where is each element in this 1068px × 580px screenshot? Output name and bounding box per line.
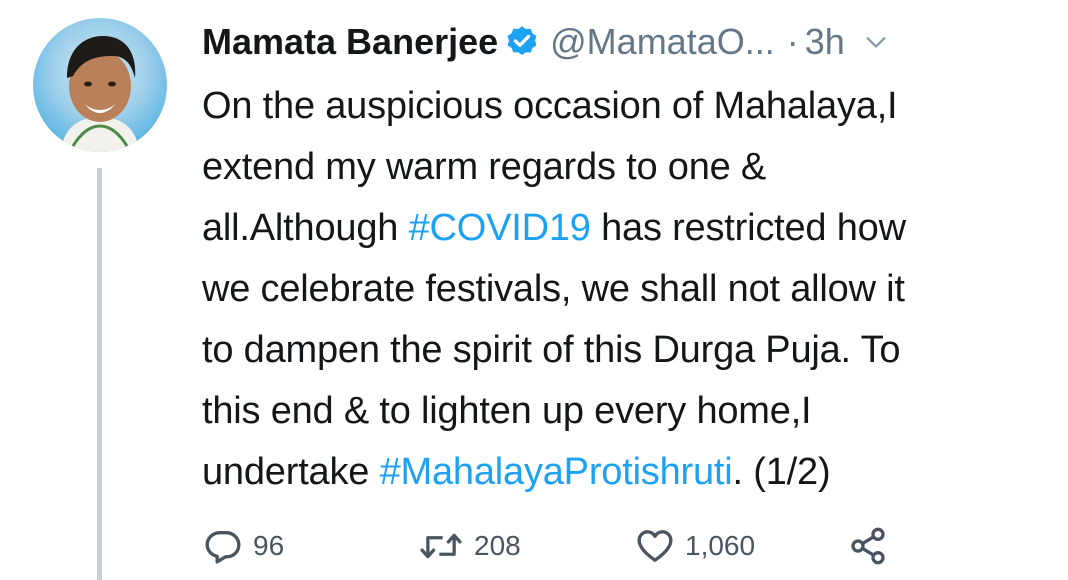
author-name[interactable]: Mamata Banerjee bbox=[202, 21, 498, 63]
retweet-count: 208 bbox=[474, 530, 521, 561]
tweet-text-line: to dampen the spirit of this Durga Puja.… bbox=[202, 320, 1052, 381]
tweet-text-line: we celebrate festivals, we shall not all… bbox=[202, 259, 1052, 320]
reply-button[interactable]: 96 bbox=[203, 522, 284, 570]
tweet-text-segment: this end & to lighten up every home,I bbox=[202, 390, 812, 432]
tweet-text-segment: extend my warm regards to one & bbox=[202, 146, 767, 188]
tweet-text-line: undertake #MahalayaProtishruti. (1/2) bbox=[202, 442, 1052, 503]
share-icon bbox=[851, 527, 885, 565]
tweet-text-line: all.Although #COVID19 has restricted how bbox=[202, 198, 1052, 259]
verified-badge-icon bbox=[507, 26, 537, 56]
tweet-text-segment: has restricted how bbox=[590, 207, 906, 249]
like-button[interactable]: 1,060 bbox=[635, 522, 755, 570]
tweet-text-segment: undertake bbox=[202, 451, 380, 493]
share-button[interactable] bbox=[848, 522, 898, 570]
tweet-text-line: extend my warm regards to one & bbox=[202, 137, 1052, 198]
hashtag-link[interactable]: #MahalayaProtishruti bbox=[380, 451, 733, 493]
reply-count: 96 bbox=[253, 530, 285, 561]
hashtag-link[interactable]: #COVID19 bbox=[409, 207, 591, 249]
action-bar: 96 208 1,060 bbox=[203, 522, 903, 570]
tweet-text-line: this end & to lighten up every home,I bbox=[202, 381, 1052, 442]
retweet-button[interactable]: 208 bbox=[418, 522, 521, 570]
like-count: 1,060 bbox=[685, 530, 756, 561]
tweet-text-line: On the auspicious occasion of Mahalaya,I bbox=[202, 76, 1052, 137]
separator-dot: · bbox=[786, 21, 799, 62]
timestamp[interactable]: 3h bbox=[805, 21, 845, 63]
tweet-text-segment: . (1/2) bbox=[732, 451, 831, 493]
tweet-text-segment: all.Although bbox=[202, 207, 409, 249]
tweet-text: On the auspicious occasion of Mahalaya,I… bbox=[202, 76, 1052, 503]
author-handle[interactable]: @MamataO... bbox=[550, 21, 775, 63]
heart-icon bbox=[637, 530, 673, 562]
thread-line bbox=[97, 168, 102, 580]
retweet-icon bbox=[420, 533, 462, 559]
tweet-text-segment: On the auspicious occasion of Mahalaya,I bbox=[202, 85, 898, 127]
tweet-header: Mamata Banerjee @MamataO... · 3h bbox=[202, 14, 887, 70]
reply-icon bbox=[205, 531, 241, 564]
avatar[interactable] bbox=[33, 18, 167, 152]
tweet-text-segment: to dampen the spirit of this Durga Puja.… bbox=[202, 329, 901, 371]
chevron-down-icon[interactable] bbox=[865, 31, 887, 53]
tweet-text-segment: we celebrate festivals, we shall not all… bbox=[202, 268, 905, 310]
avatar-portrait bbox=[61, 36, 139, 152]
